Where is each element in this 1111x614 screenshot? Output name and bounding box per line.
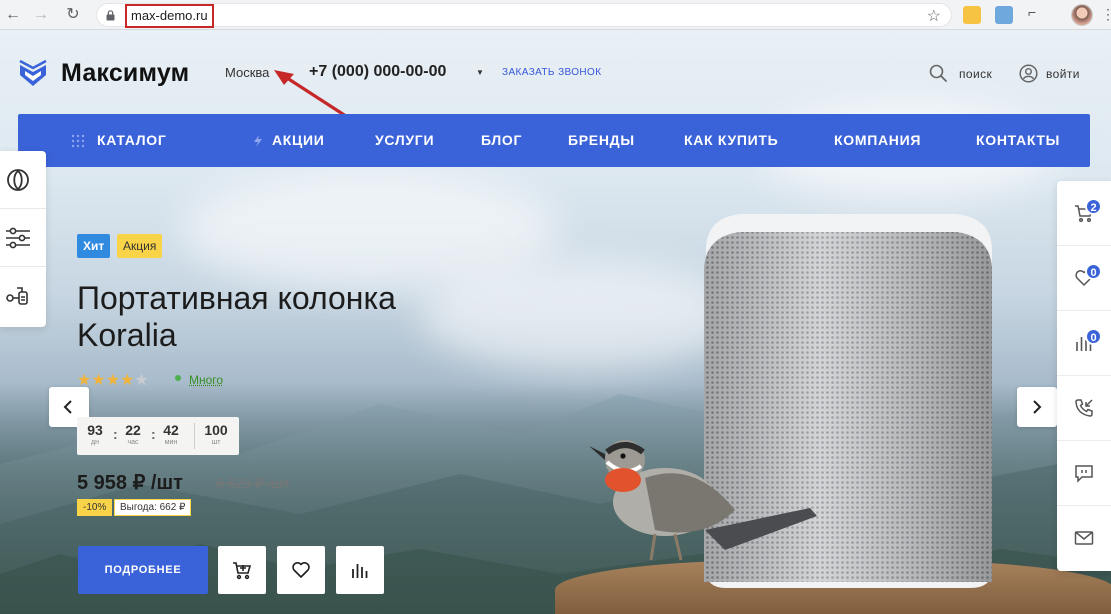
reload-icon[interactable]: ↻ xyxy=(62,4,84,26)
extension-icon[interactable]: ⌐ xyxy=(1028,4,1046,22)
city-selector[interactable]: Москва xyxy=(225,65,269,80)
search-label: поиск xyxy=(959,67,993,81)
add-to-compare-button[interactable] xyxy=(336,546,384,594)
reviews-button[interactable] xyxy=(1057,441,1111,506)
countdown-timer: 93 дн : 22 час : 42 мин 100 шт xyxy=(77,417,239,455)
phone-incoming-icon xyxy=(1075,399,1093,417)
timer-minutes: 42 xyxy=(163,422,179,438)
mail-icon xyxy=(1074,531,1094,545)
chat-icon xyxy=(1075,465,1093,483)
lock-icon xyxy=(106,10,115,21)
extension-icon[interactable] xyxy=(995,6,1013,24)
back-icon[interactable]: ← xyxy=(2,4,24,26)
message-button[interactable] xyxy=(1057,506,1111,571)
url-text[interactable]: max-demo.ru xyxy=(125,4,214,28)
nav-item-services[interactable]: УСЛУГИ xyxy=(375,114,434,167)
main-nav: КАТАЛОГ АКЦИИ УСЛУГИ БЛОГ БРЕНДЫ КАК КУП… xyxy=(18,114,1090,167)
nav-item-contacts[interactable]: КОНТАКТЫ xyxy=(976,114,1060,167)
left-tools-panel xyxy=(0,151,46,327)
nav-item-brands[interactable]: БРЕНДЫ xyxy=(568,114,635,167)
lightning-icon xyxy=(254,135,262,147)
add-to-cart-button[interactable] xyxy=(218,546,266,594)
extension-icon[interactable] xyxy=(963,6,981,24)
nav-item-how-to-buy[interactable]: КАК КУПИТЬ xyxy=(684,114,778,167)
bird-image xyxy=(589,440,817,561)
callback-link[interactable]: ЗАКАЗАТЬ ЗВОНОК xyxy=(502,67,601,78)
star-icon: ★ xyxy=(91,372,106,389)
phone-number[interactable]: +7 (000) 000-00-00 xyxy=(309,63,446,81)
sliders-icon xyxy=(6,227,30,249)
stock-qty: 100 xyxy=(204,422,228,438)
plug-icon xyxy=(6,287,28,305)
discount-badge: -10% xyxy=(77,499,113,516)
star-empty-icon: ★ xyxy=(134,372,149,389)
menu-kebab-icon[interactable]: ⋮ xyxy=(1101,6,1111,23)
callback-request-button[interactable] xyxy=(1057,376,1111,441)
details-button[interactable]: ПОДРОБНЕЕ xyxy=(78,546,208,594)
product-title-line1: Портативная колонка xyxy=(77,280,396,316)
chevron-down-icon[interactable]: ▼ xyxy=(476,68,484,77)
user-icon xyxy=(1019,64,1038,83)
chevron-right-icon xyxy=(1033,400,1042,414)
product-old-price: 6 620 ₽ /шт xyxy=(216,475,290,491)
settings-sliders-button[interactable] xyxy=(0,209,46,267)
product-price: 5 958 ₽ /шт xyxy=(77,472,183,494)
nav-item-sales[interactable]: АКЦИИ xyxy=(272,114,325,167)
slider-next-button[interactable] xyxy=(1017,387,1057,427)
bookmark-star-icon[interactable]: ☆ xyxy=(927,6,941,26)
star-icon: ★ xyxy=(105,372,121,389)
timer-days: 93 xyxy=(87,422,103,438)
login-label: войти xyxy=(1046,67,1080,81)
theme-icon xyxy=(7,169,29,191)
stock-status[interactable]: Много xyxy=(189,373,223,387)
badge-hit: Хит xyxy=(77,234,111,258)
profile-avatar[interactable] xyxy=(1071,4,1093,26)
favorites-count-badge: 0 xyxy=(1085,263,1102,280)
timer-days-label: дн xyxy=(91,439,99,446)
logo-icon[interactable] xyxy=(17,58,49,90)
grid-dots-icon xyxy=(71,134,85,148)
add-to-favorites-button[interactable] xyxy=(277,546,325,594)
cart-button[interactable]: 2 xyxy=(1057,181,1111,246)
nav-item-blog[interactable]: БЛОГ xyxy=(481,114,522,167)
compare-button[interactable]: 0 xyxy=(1057,311,1111,376)
cart-count-badge: 2 xyxy=(1085,198,1102,215)
compare-icon xyxy=(352,564,368,578)
heart-icon xyxy=(292,561,310,578)
stock-qty-label: шт xyxy=(211,439,221,446)
forward-icon[interactable]: → xyxy=(30,4,52,26)
timer-minutes-label: мин xyxy=(164,439,178,446)
savings-badge: Выгода: 662 ₽ xyxy=(114,499,192,516)
right-tools-panel: 2 0 0 xyxy=(1057,181,1111,571)
nav-item-company[interactable]: КОМПАНИЯ xyxy=(834,114,921,167)
badge-sale: Акция xyxy=(117,234,163,258)
connect-button[interactable] xyxy=(0,267,46,325)
nav-item-catalog[interactable]: КАТАЛОГ xyxy=(97,114,166,167)
theme-toggle-button[interactable] xyxy=(0,151,46,209)
cart-icon xyxy=(233,562,252,580)
timer-hours-label: час xyxy=(127,439,139,446)
stock-indicator-dot xyxy=(175,375,181,381)
star-icon: ★ xyxy=(120,372,135,389)
logo-text[interactable]: Максимум xyxy=(61,59,189,88)
timer-hours: 22 xyxy=(125,422,141,438)
address-bar[interactable]: max-demo.ru ☆ xyxy=(96,3,952,28)
product-title-line2: Koralia xyxy=(77,317,177,353)
chevron-left-icon xyxy=(63,400,72,414)
product-title[interactable]: Портативная колонка Koralia xyxy=(77,280,396,354)
search-icon xyxy=(929,64,947,82)
favorites-button[interactable]: 0 xyxy=(1057,246,1111,311)
browser-toolbar: ← → ↻ max-demo.ru ☆ ⌐ ⋮ xyxy=(0,0,1111,30)
compare-count-badge: 0 xyxy=(1085,328,1102,345)
